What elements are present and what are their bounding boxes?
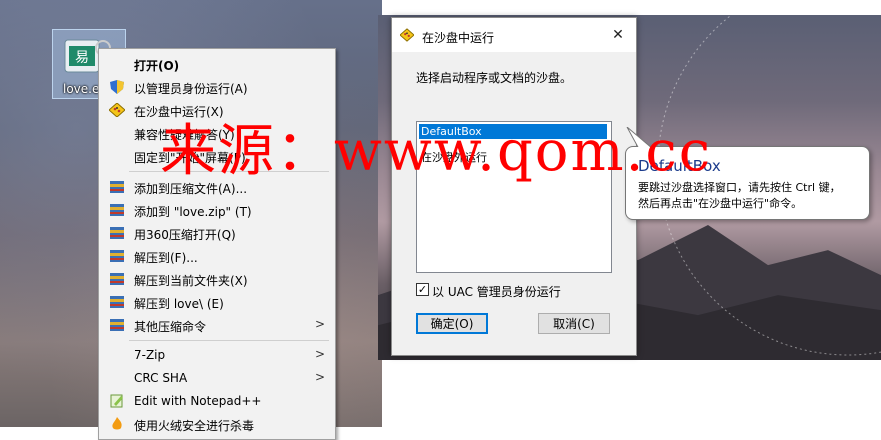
archive-icon xyxy=(110,227,124,239)
archive-icon xyxy=(110,296,124,308)
menu-item-extract-to[interactable]: 解压到(F)... xyxy=(99,245,335,267)
notepad-icon xyxy=(110,394,123,408)
tooltip-line-2: 然后再点击"在沙盘中运行"命令。 xyxy=(638,197,803,210)
dialog-title: 在沙盘中运行 xyxy=(422,31,495,45)
menu-item-crc-sha[interactable]: CRC SHA > xyxy=(99,367,335,389)
menu-item-label: 解压到 love\ (E) xyxy=(134,297,224,311)
svg-text:易: 易 xyxy=(75,50,89,66)
menu-item-label: CRC SHA xyxy=(134,371,188,385)
ok-button[interactable]: 确定(O) xyxy=(416,313,488,334)
menu-item-other-compress[interactable]: 其他压缩命令 > xyxy=(99,314,335,336)
chevron-right-icon: > xyxy=(314,347,325,361)
menu-item-notepadpp[interactable]: Edit with Notepad++ xyxy=(99,390,335,412)
menu-item-label: 解压到当前文件夹(X) xyxy=(134,274,248,288)
menu-item-huorong-scan[interactable]: 使用火绒安全进行杀毒 xyxy=(99,413,335,435)
cancel-button[interactable]: 取消(C) xyxy=(538,313,610,334)
menu-item-label: 用360压缩打开(Q) xyxy=(134,228,236,242)
uac-checkbox-label: 以 UAC 管理员身份运行 xyxy=(432,285,561,299)
menu-item-7zip[interactable]: 7-Zip > xyxy=(99,344,335,366)
menu-item-label: Edit with Notepad++ xyxy=(134,394,262,408)
dialog-description: 选择启动程序或文档的沙盘。 xyxy=(416,71,573,85)
menu-item-extract-here[interactable]: 解压到当前文件夹(X) xyxy=(99,268,335,290)
archive-icon xyxy=(110,319,124,331)
menu-item-run-sandboxed[interactable]: 在沙盘中运行(X) xyxy=(99,99,335,121)
menu-item-run-as-admin[interactable]: 以管理员身份运行(A) xyxy=(99,76,335,98)
menu-item-label: 使用火绒安全进行杀毒 xyxy=(134,419,255,433)
menu-separator xyxy=(129,340,329,341)
watermark: 来源：www.qom.cc xyxy=(160,119,713,184)
context-menu: 打开(O) 以管理员身份运行(A) 在沙盘中运行(X) 兼容性疑难解答(Y) 固… xyxy=(98,48,336,440)
menu-item-label: 在沙盘中运行(X) xyxy=(134,105,224,119)
huorong-icon xyxy=(112,417,122,430)
archive-icon xyxy=(110,181,124,193)
sandbox-icon xyxy=(400,28,414,42)
run-sandboxed-dialog: 在沙盘中运行 ✕ 选择启动程序或文档的沙盘。 DefaultBox 在沙盘外运行… xyxy=(391,17,637,356)
desktop-icon-label: love.e xyxy=(63,82,100,96)
menu-item-open-with-360[interactable]: 用360压缩打开(Q) xyxy=(99,222,335,244)
menu-item-label: 解压到(F)... xyxy=(134,251,198,265)
close-icon[interactable]: ✕ xyxy=(608,26,628,44)
uac-shield-icon xyxy=(110,80,124,94)
menu-item-label: 打开(O) xyxy=(134,59,180,73)
chevron-right-icon: > xyxy=(314,317,325,331)
menu-item-label: 7-Zip xyxy=(134,348,166,362)
menu-item-add-to-zip[interactable]: 添加到 "love.zip" (T) xyxy=(99,199,335,221)
menu-item-extract-to-love[interactable]: 解压到 love\ (E) xyxy=(99,291,335,313)
menu-item-label: 添加到 "love.zip" (T) xyxy=(134,205,252,219)
chevron-right-icon: > xyxy=(314,370,325,384)
menu-item-label: 以管理员身份运行(A) xyxy=(134,82,248,96)
archive-icon xyxy=(110,250,124,262)
archive-icon xyxy=(110,204,124,216)
menu-item-label: 其他压缩命令 xyxy=(134,320,207,334)
sandbox-icon xyxy=(109,103,125,117)
archive-icon xyxy=(110,273,124,285)
uac-checkbox[interactable]: ✓ xyxy=(416,283,429,296)
menu-item-open[interactable]: 打开(O) xyxy=(99,53,335,75)
dialog-titlebar[interactable]: 在沙盘中运行 ✕ xyxy=(392,18,636,52)
